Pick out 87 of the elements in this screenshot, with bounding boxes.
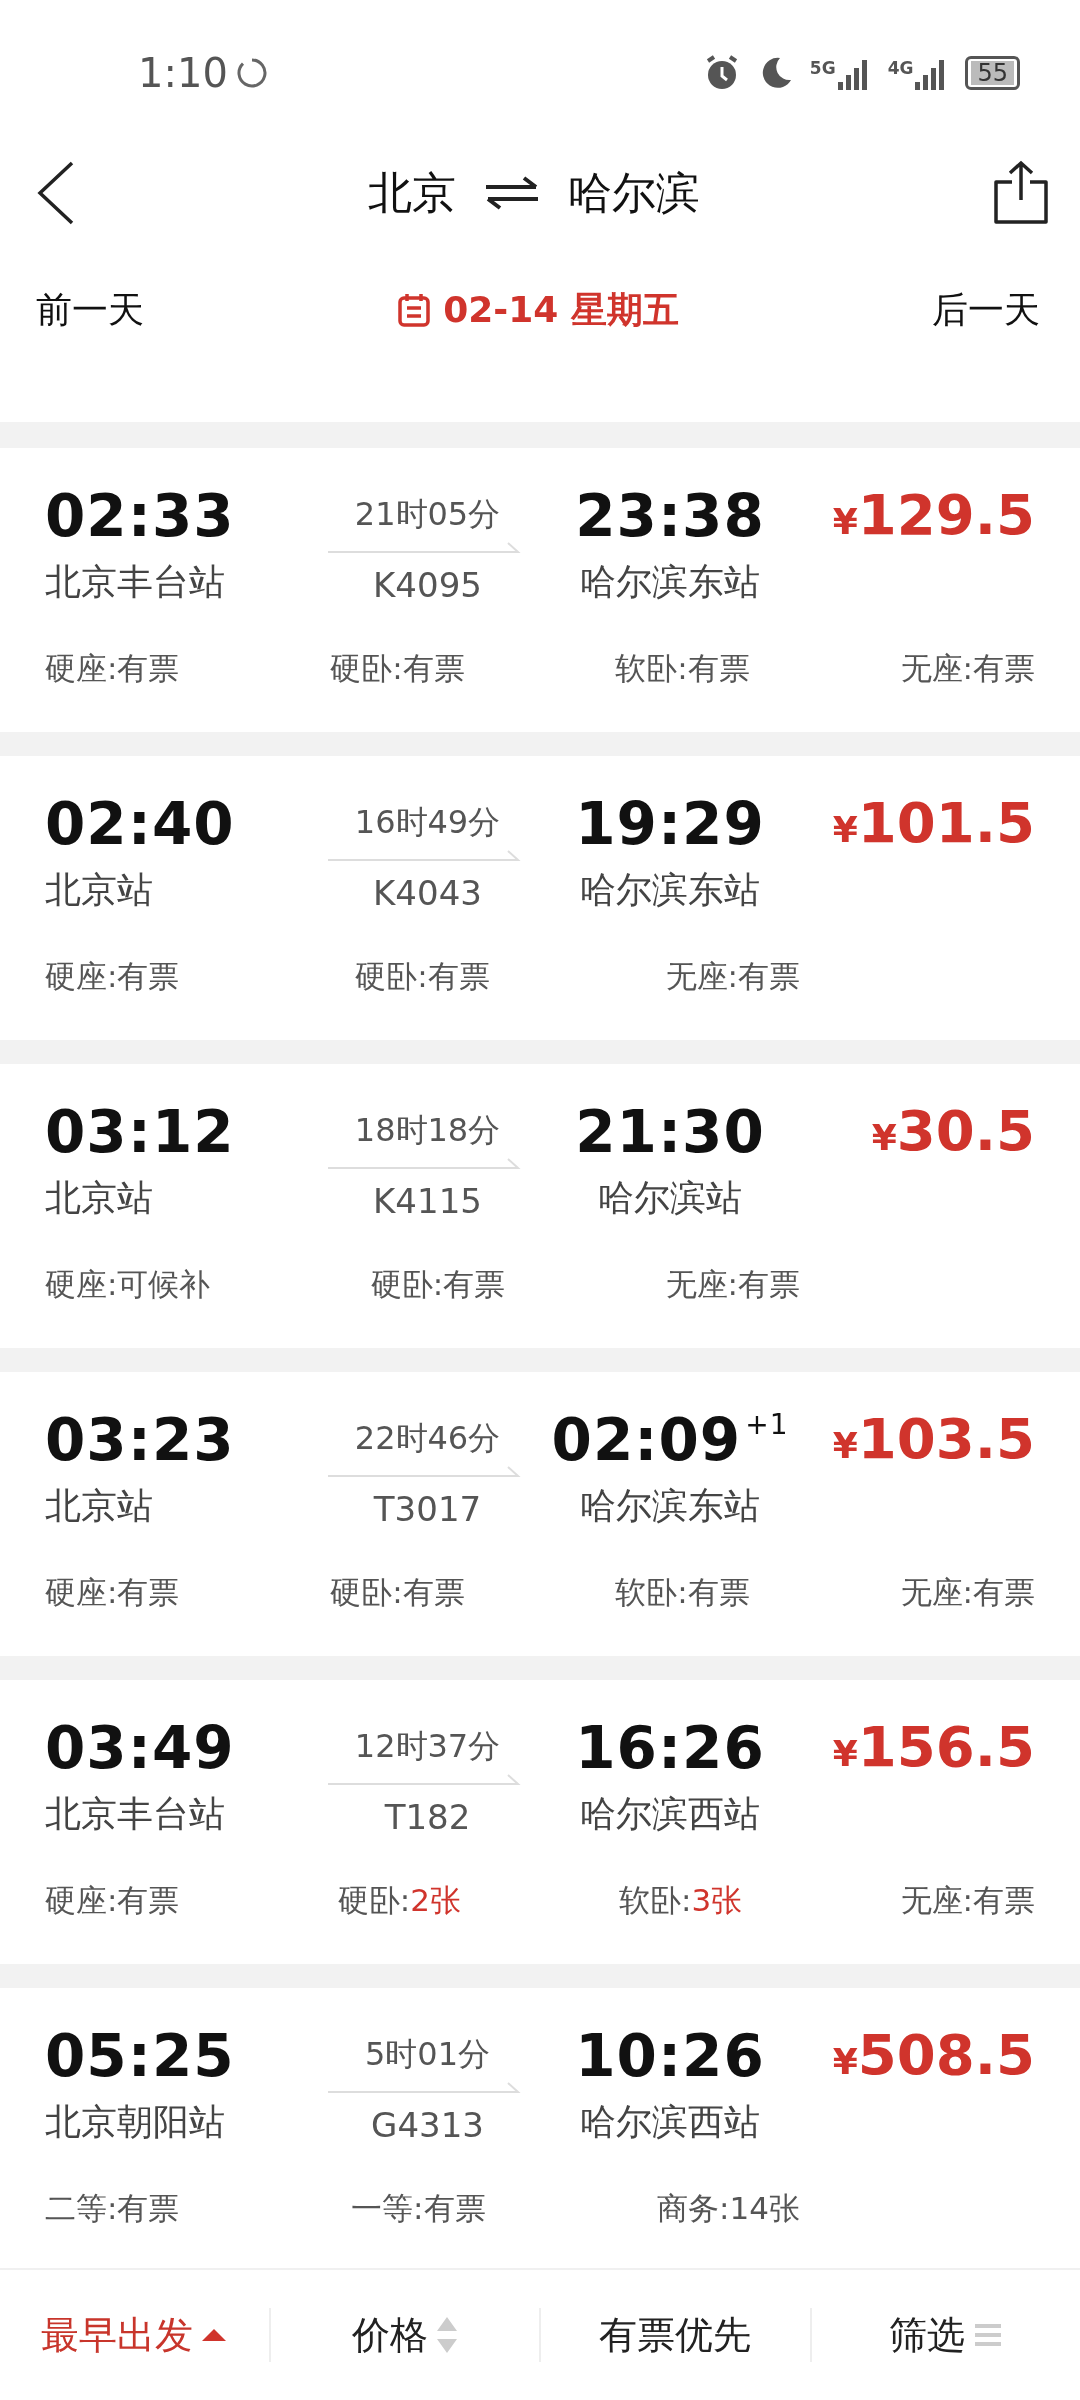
sort-tab[interactable]: 有票优先 [541,2306,810,2364]
train-card[interactable]: 03:49 北京丰台站 12时37分 T182 16:26 哈尔滨西站 ¥156.5 硬座:有票 硬卧:2张 软卧:3张 无座:有票 [0,1680,1080,1964]
sort-tab[interactable]: 筛选 [811,2306,1080,2364]
sort-up-icon [201,2327,228,2343]
sort-icon [435,2315,458,2355]
loading-icon [235,56,268,89]
status-time: 1:10 [138,48,228,98]
seat-availability: 商务:14张 [657,2189,800,2228]
departure-time: 02:40 [45,794,236,855]
seat-availability: 硬座:有票 [45,1881,180,1920]
train-card[interactable]: 02:40 北京站 16时49分 K4043 19:29 哈尔滨东站 ¥101.5 硬座:有票 硬卧:有票 无座:有票 [0,756,1080,1040]
ticket-price: ¥103.5 [831,1410,1035,1473]
arrival-station: 哈尔滨东站 [579,559,761,604]
seat-availability: 硬卧:有票 [370,1265,506,1304]
origin-city[interactable]: 北京 [368,159,456,226]
departure-station: 北京朝阳站 [45,2099,226,2144]
arrival-time: 19:29 [574,794,766,855]
next-day-mark: +1 [745,1408,789,1441]
departure-time: 05:25 [45,2026,236,2087]
seat-availability: 硬座:有票 [45,1573,180,1612]
previous-day-link[interactable]: 前一天 [36,283,144,337]
seat-availability: 软卧:3张 [619,1881,743,1920]
seat-availability: 二等:有票 [45,2189,180,2228]
seat-availability: 硬座:有票 [45,957,180,996]
seat-availability: 软卧:有票 [615,649,750,688]
arrival-station: 哈尔滨东站 [579,867,761,912]
next-day-link[interactable]: 后一天 [932,283,1040,337]
seat-availability: 硬卧:有票 [355,957,490,996]
share-icon[interactable] [992,159,1050,226]
departure-station: 北京丰台站 [45,1791,226,1836]
seat-availability: 一等:有票 [351,2189,486,2228]
seat-availability: 无座:有票 [665,957,800,996]
trip-duration: 16时49分 [353,802,502,843]
swap-icon[interactable] [484,175,540,210]
train-number: G4313 [370,2104,485,2147]
train-number: K4043 [372,872,483,915]
arrival-time: 02:09 [551,1406,742,1474]
seat-availability: 硬卧:有票 [330,649,465,688]
departure-time: 03:23 [45,1410,236,1471]
departure-station: 北京站 [45,867,154,912]
ticket-price: ¥101.5 [831,794,1035,857]
train-card[interactable]: 03:12 北京站 18时18分 K4115 21:30 哈尔滨站 ¥30.5 硬座:可候补 硬卧:有票 无座:有票 [0,1064,1080,1348]
departure-time: 03:49 [45,1718,236,1779]
departure-station: 北京丰台站 [45,559,226,604]
calendar-icon [397,292,432,328]
selected-date[interactable]: 02-14 星期五 [443,283,679,337]
seat-availability: 硬卧:有票 [330,1573,465,1612]
seat-availability: 硬座:有票 [45,649,180,688]
ticket-price: ¥30.5 [870,1102,1035,1165]
trip-duration: 22时46分 [353,1418,502,1459]
departure-time: 03:12 [45,1102,236,1163]
departure-station: 北京站 [45,1175,154,1220]
train-card[interactable]: 02:33 北京丰台站 21时05分 K4095 23:38 哈尔滨东站 ¥129.5 硬座:有票 硬卧:有票 软卧:有票 无座:有票 [0,448,1080,732]
trip-duration: 12时37分 [353,1726,502,1767]
battery-icon: 55 [965,55,1020,90]
trip-duration: 5时01分 [363,2034,492,2075]
trip-duration: 18时18分 [353,1110,502,1151]
departure-time: 02:33 [45,486,236,547]
arrival-time: 16:26 [574,1718,766,1779]
seat-availability: 硬座:可候补 [45,1265,211,1304]
trip-duration: 21时05分 [353,494,502,535]
ticket-price: ¥508.5 [831,2026,1035,2089]
seat-availability: 软卧:有票 [615,1573,750,1612]
seat-availability: 无座:有票 [900,1573,1035,1612]
back-icon[interactable] [36,159,76,226]
arrival-station: 哈尔滨站 [597,1175,743,1220]
seat-availability: 无座:有票 [900,1881,1035,1920]
destination-city[interactable]: 哈尔滨 [568,159,700,226]
train-card[interactable]: 05:25 北京朝阳站 5时01分 G4313 10:26 哈尔滨西站 ¥508.5 二等:有票 一等:有票 商务:14张 [0,1988,1080,2268]
train-number: T182 [383,1796,472,1839]
sort-tab[interactable]: 价格 [270,2306,539,2364]
seat-availability: 硬卧:2张 [337,1881,461,1920]
ticket-price: ¥156.5 [831,1718,1035,1781]
seat-availability: 无座:有票 [665,1265,800,1304]
train-number: T3017 [372,1488,483,1531]
departure-station: 北京站 [45,1483,154,1528]
train-number: K4095 [372,564,483,607]
train-number: K4115 [372,1180,483,1223]
arrival-station: 哈尔滨西站 [579,1791,761,1836]
seat-availability: 无座:有票 [900,649,1035,688]
ticket-price: ¥129.5 [831,486,1035,549]
arrival-station: 哈尔滨西站 [579,2099,761,2144]
arrival-station: 哈尔滨东站 [579,1483,761,1528]
arrival-time: 10:26 [574,2026,766,2087]
arrival-time: 23:38 [574,486,766,547]
arrival-time: 21:30 [574,1102,766,1163]
sort-tab[interactable]: 最早出发 [0,2306,269,2364]
